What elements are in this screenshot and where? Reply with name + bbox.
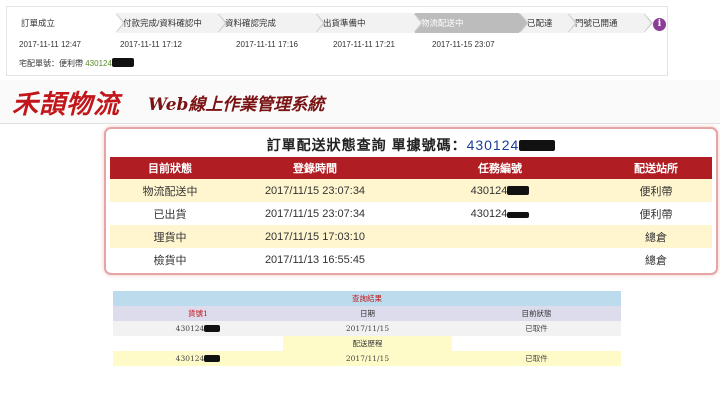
redaction-mark: [507, 211, 530, 218]
redaction-mark: [519, 140, 556, 151]
step-in-delivery: 物流配送中: [415, 13, 529, 33]
task-cell: [400, 248, 600, 271]
history-title: 配送歷程: [283, 336, 452, 351]
column-header: 配送站所: [600, 157, 712, 179]
result-title: 查詢結果: [113, 291, 621, 306]
time-cell: 2017/11/15 23:07:34: [230, 202, 400, 225]
delivery-status-panel: 訂單配送狀態查詢 單據號碼：430124 目前狀態 登錄時間 任務編號 配送站所…: [104, 127, 718, 275]
status-cell: 檢貨中: [110, 248, 230, 271]
step-preparing-shipment: 出貨準備中: [317, 13, 423, 33]
step-order-created: 訂單成立: [15, 13, 125, 33]
step-date: 2017-11-15 23:07: [432, 40, 495, 49]
table-header-row: 目前狀態 登錄時間 任務編號 配送站所: [110, 157, 712, 179]
order-progress-tracker: 訂單成立 付款完成/資料確認中 資料確認完成 出貨準備中 物流配送中 已配達 門…: [6, 6, 668, 76]
time-cell: 2017/11/13 16:55:45: [230, 248, 400, 271]
task-cell: 430124: [400, 202, 600, 225]
step-data-confirmed: 資料確認完成: [219, 13, 325, 33]
step-date: 2017-11-11 17:21: [333, 40, 395, 49]
station-cell: 總倉: [600, 225, 712, 248]
station-cell: 便利帶: [600, 202, 712, 225]
step-date: 2017-11-11 12:47: [19, 40, 81, 49]
query-result-table: 查詢結果 貨號1 日期 目前狀態 430124 2017/11/15 已取件 配…: [113, 291, 621, 366]
step-date: 2017-11-11 17:16: [236, 40, 298, 49]
status-cell: 已取件: [452, 351, 621, 366]
history-title-row: 配送歷程: [113, 336, 621, 351]
table-row: 物流配送中 2017/11/15 23:07:34 430124 便利帶: [110, 179, 712, 202]
code-cell: 430124: [113, 351, 283, 366]
task-cell: 430124: [400, 179, 600, 202]
step-number-activated: 門號已開通: [569, 13, 653, 33]
result-title-row: 查詢結果: [113, 291, 621, 306]
table-row: 430124 2017/11/15 已取件: [113, 351, 621, 366]
result-header-row: 貨號1 日期 目前狀態: [113, 306, 621, 321]
redaction-mark: [507, 185, 530, 195]
station-cell: 便利帶: [600, 179, 712, 202]
column-header: 登錄時間: [230, 157, 400, 179]
step-date: 2017-11-11 17:12: [120, 40, 182, 49]
redaction-mark: [111, 58, 134, 67]
table-row: 理貨中 2017/11/15 17:03:10 總倉: [110, 225, 712, 248]
panel-title: 訂單配送狀態查詢 單據號碼：430124: [106, 135, 716, 155]
date-cell: 2017/11/15: [283, 321, 452, 336]
column-header: 日期: [283, 306, 452, 321]
carrier-tracking-number: 宅配單號：便利帶 430124: [19, 58, 134, 69]
column-header: 貨號1: [113, 306, 283, 321]
status-cell: 理貨中: [110, 225, 230, 248]
delivery-status-table: 目前狀態 登錄時間 任務編號 配送站所 物流配送中 2017/11/15 23:…: [110, 157, 712, 271]
company-logo: 禾頡物流: [12, 90, 121, 120]
status-cell: 物流配送中: [110, 179, 230, 202]
redaction-mark: [204, 355, 221, 362]
time-cell: 2017/11/15 17:03:10: [230, 225, 400, 248]
column-header: 任務編號: [400, 157, 600, 179]
code-cell: 430124: [113, 321, 283, 336]
status-cell: 已取件: [452, 321, 621, 336]
table-row: 已出貨 2017/11/15 23:07:34 430124 便利帶: [110, 202, 712, 225]
table-row: 檢貨中 2017/11/13 16:55:45 總倉: [110, 248, 712, 271]
progress-steps: 訂單成立 付款完成/資料確認中 資料確認完成 出貨準備中 物流配送中 已配達 門…: [15, 13, 653, 33]
station-cell: 總倉: [600, 248, 712, 271]
column-header: 目前狀態: [110, 157, 230, 179]
info-icon[interactable]: i: [653, 18, 666, 31]
system-title: Web線上作業管理系統: [148, 95, 325, 115]
date-cell: 2017/11/15: [283, 351, 452, 366]
column-header: 目前狀態: [452, 306, 621, 321]
task-cell: [400, 225, 600, 248]
order-number: 430124: [466, 137, 520, 153]
table-row: 430124 2017/11/15 已取件: [113, 321, 621, 336]
status-cell: 已出貨: [110, 202, 230, 225]
site-header: 禾頡物流 Web線上作業管理系統: [0, 80, 720, 124]
time-cell: 2017/11/15 23:07:34: [230, 179, 400, 202]
step-payment-complete: 付款完成/資料確認中: [117, 13, 227, 33]
redaction-mark: [204, 325, 221, 332]
